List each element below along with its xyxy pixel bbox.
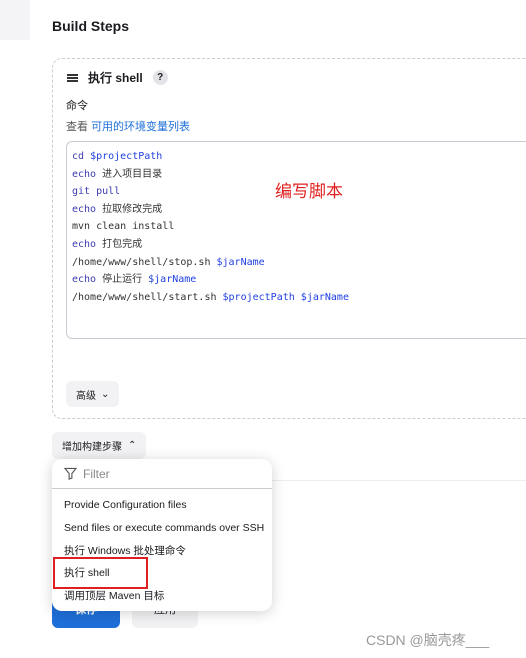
filter-icon bbox=[64, 467, 77, 480]
code-line: mvn clean install bbox=[72, 221, 175, 233]
code-line: /home/www/shell/stop.sh $jarName bbox=[72, 256, 265, 268]
drag-handle-icon[interactable] bbox=[67, 73, 78, 82]
command-label: 命令 bbox=[66, 100, 88, 112]
code-line: /home/www/shell/start.sh $projectPath $j… bbox=[72, 291, 349, 303]
add-step-label: 增加构建步骤 bbox=[62, 442, 122, 453]
chevron-up-icon: ⌃ bbox=[128, 440, 137, 451]
see-prefix: 查看 bbox=[66, 121, 88, 133]
code-line: cd $projectPath bbox=[72, 151, 163, 162]
advanced-label: 高级 bbox=[76, 390, 96, 402]
chevron-down-icon: ⌄ bbox=[101, 388, 110, 400]
step-title: 执行 shell bbox=[88, 71, 143, 85]
menu-item-ssh[interactable]: Send files or execute commands over SSH bbox=[52, 517, 272, 540]
add-build-step-button[interactable]: 增加构建步骤 ⌃ bbox=[52, 432, 147, 459]
filter-input[interactable]: Filter bbox=[52, 459, 272, 489]
build-step-card: 执行 shell ? 命令 查看 可用的环境变量列表 cd $projectPa… bbox=[52, 58, 526, 419]
help-icon[interactable]: ? bbox=[152, 70, 168, 85]
code-line: echo 停止运行 $jarName bbox=[72, 274, 197, 286]
sidebar bbox=[0, 0, 30, 40]
code-line: echo 拉取修改完成 bbox=[72, 203, 163, 215]
menu-item-config-files[interactable]: Provide Configuration files bbox=[52, 494, 272, 517]
filter-placeholder: Filter bbox=[83, 466, 110, 481]
highlight-box bbox=[53, 557, 148, 589]
env-vars-link[interactable]: 可用的环境变量列表 bbox=[91, 121, 190, 133]
section-title: Build Steps bbox=[52, 18, 130, 34]
command-textarea[interactable]: cd $projectPath echo 进入项目目录 git pull echo 拉… bbox=[66, 141, 526, 339]
annotation: 编写脚本 bbox=[275, 182, 343, 202]
watermark: CSDN @脑壳疼___ bbox=[366, 632, 490, 648]
advanced-button[interactable]: 高级 ⌄ bbox=[66, 381, 120, 407]
code-line: echo 打包完成 bbox=[72, 238, 143, 250]
